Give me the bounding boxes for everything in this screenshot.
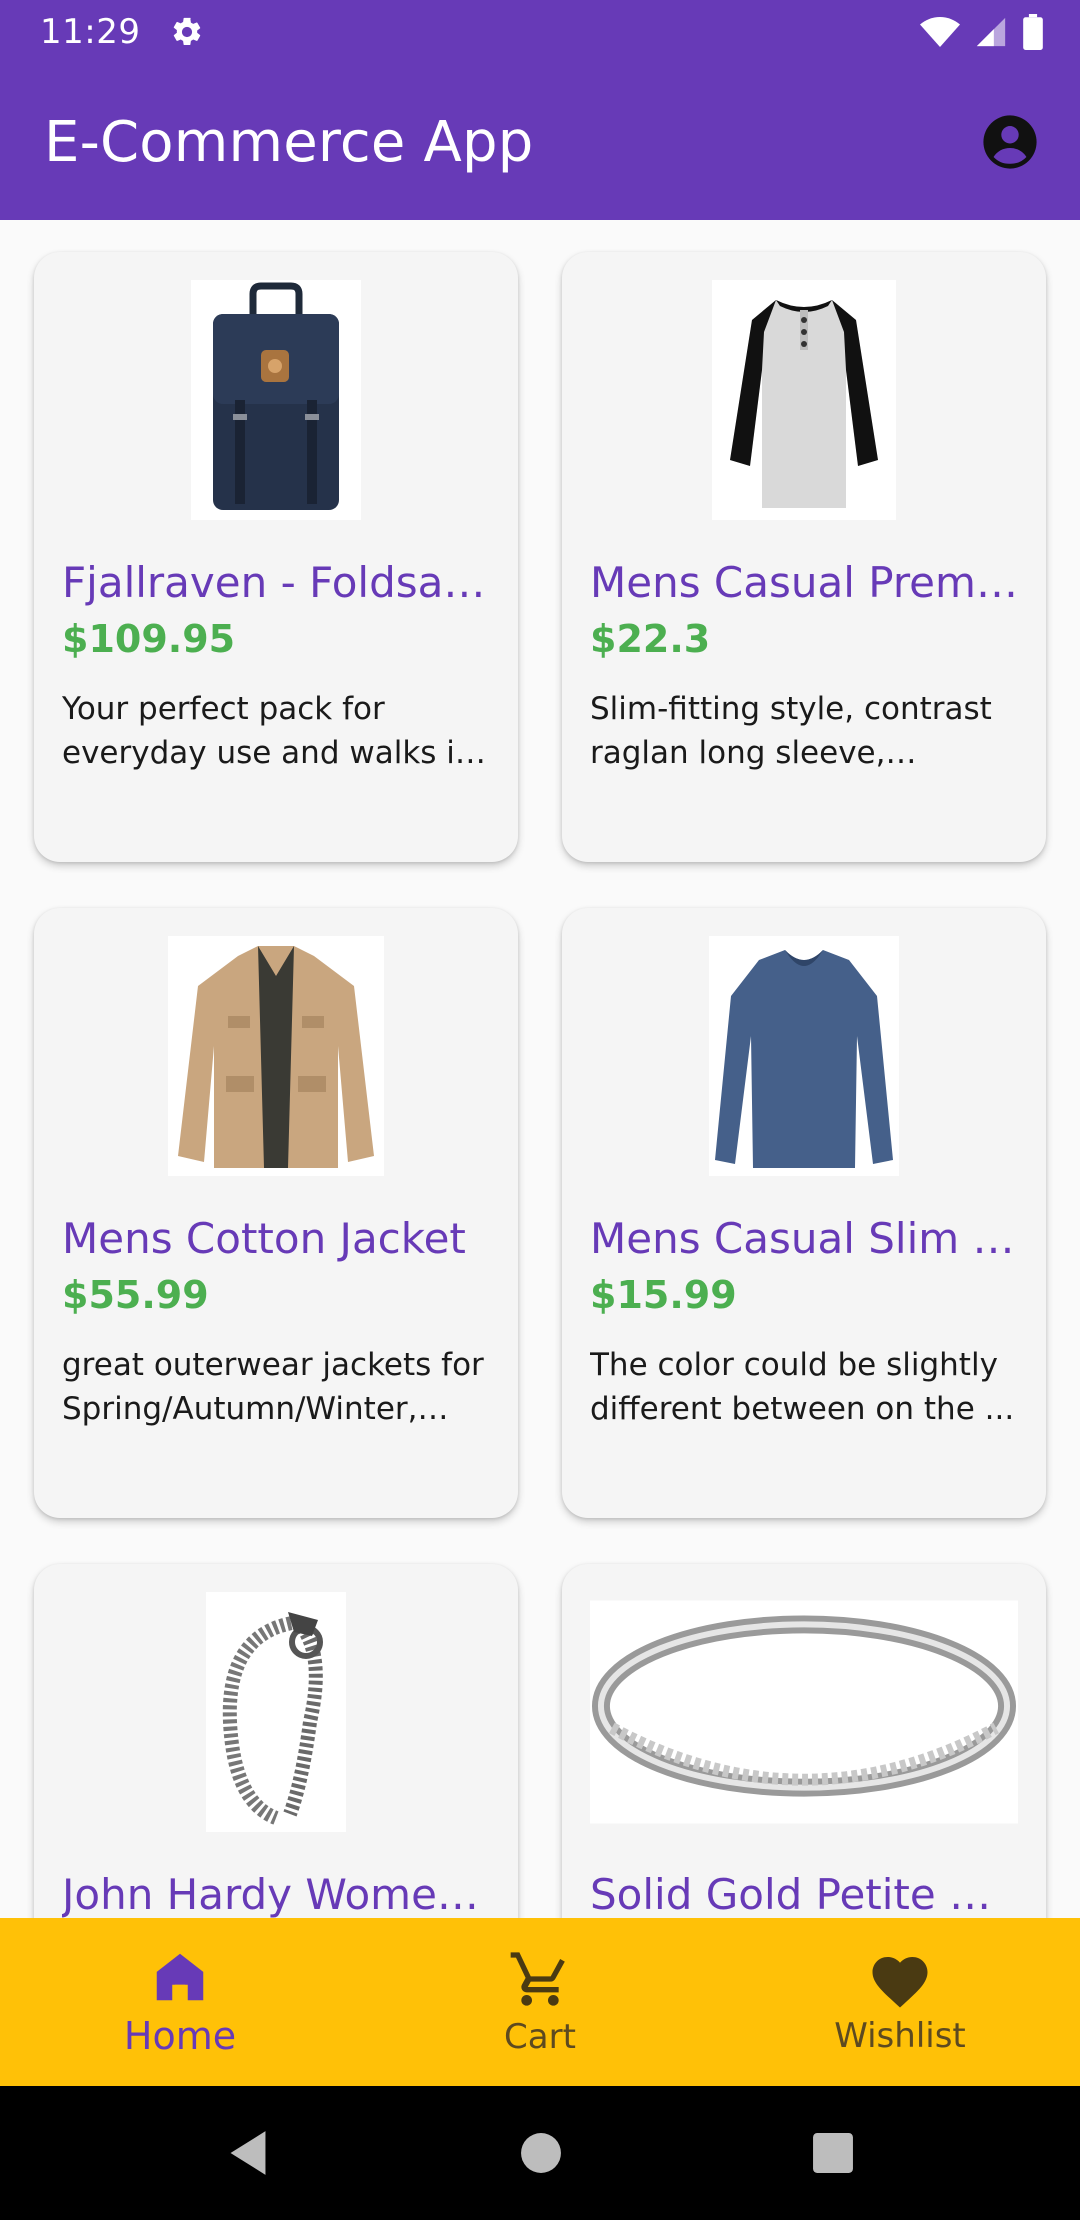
product-title: Solid Gold Petite Mi... bbox=[590, 1870, 1018, 1918]
product-description: Slim-fitting style, contrast raglan long… bbox=[590, 691, 992, 771]
product-image bbox=[62, 1592, 490, 1832]
product-image bbox=[590, 1592, 1018, 1832]
bottom-navigation: Home Cart Wishlist bbox=[0, 1918, 1080, 2086]
cart-icon bbox=[508, 1947, 572, 2011]
product-description: The color could be slightly different be… bbox=[590, 1347, 1015, 1427]
nav-wishlist[interactable]: Wishlist bbox=[720, 1918, 1080, 2086]
product-price: $55.99 bbox=[62, 1273, 209, 1317]
product-image bbox=[62, 936, 490, 1176]
recents-icon[interactable] bbox=[812, 2132, 854, 2174]
product-image bbox=[590, 936, 1018, 1176]
back-icon[interactable] bbox=[226, 2129, 270, 2177]
product-title: Mens Cotton Jacket bbox=[62, 1214, 466, 1263]
wifi-icon bbox=[920, 15, 960, 49]
heart-icon bbox=[867, 1948, 933, 2010]
account-circle-icon[interactable] bbox=[980, 112, 1040, 172]
nav-cart[interactable]: Cart bbox=[360, 1918, 720, 2086]
product-card[interactable]: Mens Casual Premi... $22.3 Slim-fitting … bbox=[562, 252, 1046, 862]
product-card[interactable]: Solid Gold Petite Mi... bbox=[562, 1564, 1046, 1918]
product-price: $109.95 bbox=[62, 617, 236, 661]
product-title: Fjallraven - Foldsac... bbox=[62, 558, 490, 607]
battery-icon bbox=[1022, 14, 1044, 50]
nav-home-label: Home bbox=[123, 2014, 237, 2058]
product-price: $22.3 bbox=[590, 617, 711, 661]
product-description: great outerwear jackets for Spring/Autum… bbox=[62, 1347, 484, 1427]
product-title: Mens Casual Slim Fit bbox=[590, 1214, 1018, 1263]
product-image bbox=[62, 280, 490, 520]
signal-icon bbox=[974, 15, 1008, 49]
status-time: 11:29 bbox=[40, 12, 141, 52]
product-image bbox=[590, 280, 1018, 520]
product-card[interactable]: Fjallraven - Foldsac... $109.95 Your per… bbox=[34, 252, 518, 862]
nav-home[interactable]: Home bbox=[0, 1918, 360, 2086]
product-description: Your perfect pack for everyday use and w… bbox=[62, 691, 475, 771]
home-icon bbox=[149, 1946, 211, 2008]
product-price: $15.99 bbox=[590, 1273, 737, 1317]
settings-icon bbox=[170, 14, 206, 50]
product-grid[interactable]: Fjallraven - Foldsac... $109.95 Your per… bbox=[0, 220, 1080, 1918]
nav-cart-label: Cart bbox=[504, 2017, 576, 2057]
home-circle-icon[interactable] bbox=[520, 2132, 562, 2174]
app-bar: E-Commerce App bbox=[0, 64, 1080, 220]
nav-wishlist-label: Wishlist bbox=[834, 2016, 966, 2056]
product-title: John Hardy Women... bbox=[62, 1870, 490, 1918]
product-card[interactable]: John Hardy Women... bbox=[34, 1564, 518, 1918]
app-title: E-Commerce App bbox=[44, 109, 534, 175]
product-card[interactable]: Mens Cotton Jacket $55.99 great outerwea… bbox=[34, 908, 518, 1518]
product-title: Mens Casual Premi... bbox=[590, 558, 1018, 607]
system-navigation-bar bbox=[0, 2086, 1080, 2220]
status-bar: 11:29 bbox=[0, 0, 1080, 64]
product-card[interactable]: Mens Casual Slim Fit $15.99 The color co… bbox=[562, 908, 1046, 1518]
